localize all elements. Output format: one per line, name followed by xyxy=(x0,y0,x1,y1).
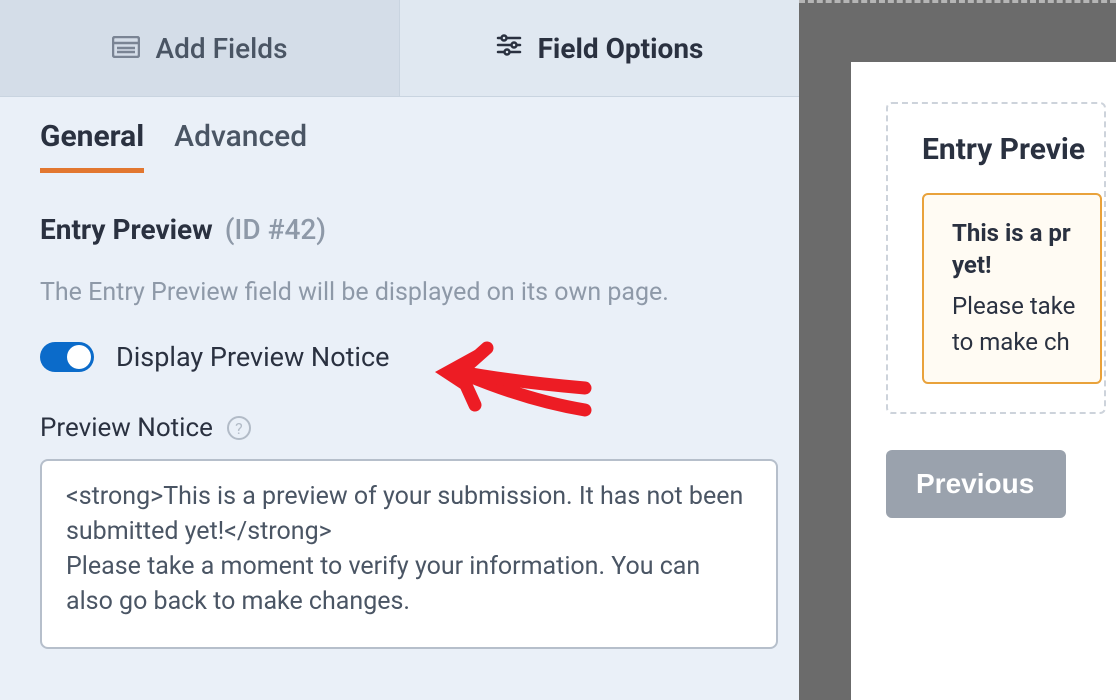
notice-line1: Please take xyxy=(952,292,1075,320)
preview-notice-textarea[interactable] xyxy=(40,459,778,649)
notice-line2: to make ch xyxy=(952,328,1070,356)
tab-add-fields-label: Add Fields xyxy=(156,32,288,65)
entry-preview-box: Entry Previe This is a pr yet! Please ta… xyxy=(886,102,1106,414)
notice-box: This is a pr yet! Please take to make ch xyxy=(922,193,1102,384)
tab-field-options[interactable]: Field Options xyxy=(400,0,799,96)
entry-preview-title: Entry Previe xyxy=(922,132,1104,167)
tab-field-options-label: Field Options xyxy=(538,32,704,65)
help-icon[interactable]: ? xyxy=(227,416,251,440)
sliders-icon xyxy=(496,32,522,65)
toggle-knob xyxy=(67,345,91,369)
section-hint: The Entry Preview field will be displaye… xyxy=(40,278,759,307)
section-id: (ID #42) xyxy=(225,213,326,246)
tab-add-fields[interactable]: Add Fields xyxy=(0,0,400,96)
display-preview-notice-label: Display Preview Notice xyxy=(116,341,389,373)
list-icon xyxy=(112,32,140,65)
subtab-advanced[interactable]: Advanced xyxy=(174,119,307,173)
preview-notice-label: Preview Notice xyxy=(40,413,213,443)
section-title: Entry Preview xyxy=(40,213,213,246)
previous-button[interactable]: Previous xyxy=(886,450,1066,518)
display-preview-notice-toggle[interactable] xyxy=(40,342,94,372)
notice-strong-line1: This is a pr xyxy=(952,219,1071,247)
subtab-general[interactable]: General xyxy=(40,119,144,173)
notice-strong-line2: yet! xyxy=(952,251,992,279)
